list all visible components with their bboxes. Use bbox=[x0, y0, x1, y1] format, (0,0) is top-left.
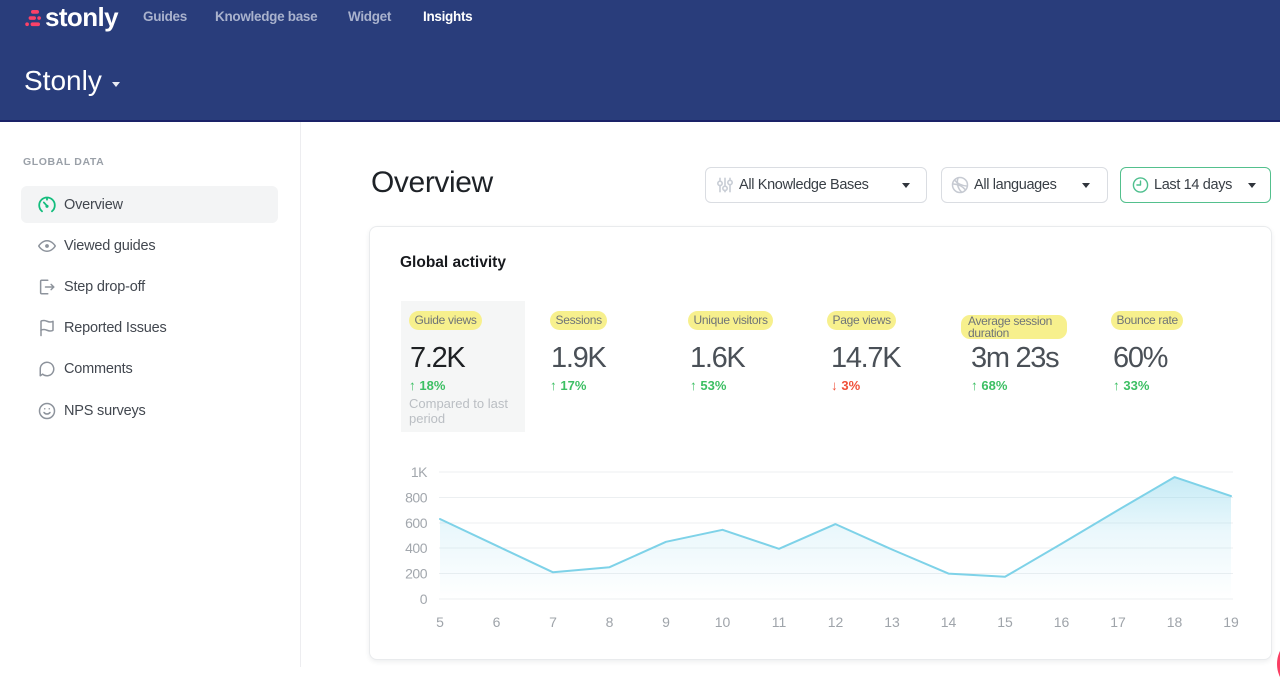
svg-text:12: 12 bbox=[828, 614, 844, 630]
svg-text:10: 10 bbox=[715, 614, 731, 630]
svg-text:5: 5 bbox=[436, 614, 444, 630]
svg-text:600: 600 bbox=[405, 515, 428, 531]
svg-text:200: 200 bbox=[405, 566, 428, 582]
svg-text:17: 17 bbox=[1110, 614, 1126, 630]
svg-text:9: 9 bbox=[662, 614, 670, 630]
svg-text:13: 13 bbox=[884, 614, 900, 630]
svg-text:16: 16 bbox=[1054, 614, 1070, 630]
svg-text:19: 19 bbox=[1223, 614, 1239, 630]
svg-text:14: 14 bbox=[941, 614, 957, 630]
svg-text:6: 6 bbox=[493, 614, 501, 630]
svg-text:0: 0 bbox=[420, 591, 428, 607]
svg-text:18: 18 bbox=[1167, 614, 1183, 630]
svg-text:11: 11 bbox=[772, 614, 787, 630]
svg-text:8: 8 bbox=[606, 614, 614, 630]
svg-text:7: 7 bbox=[549, 614, 557, 630]
svg-text:1K: 1K bbox=[411, 464, 428, 480]
svg-text:800: 800 bbox=[405, 490, 428, 506]
svg-text:15: 15 bbox=[997, 614, 1013, 630]
svg-text:400: 400 bbox=[405, 540, 428, 556]
